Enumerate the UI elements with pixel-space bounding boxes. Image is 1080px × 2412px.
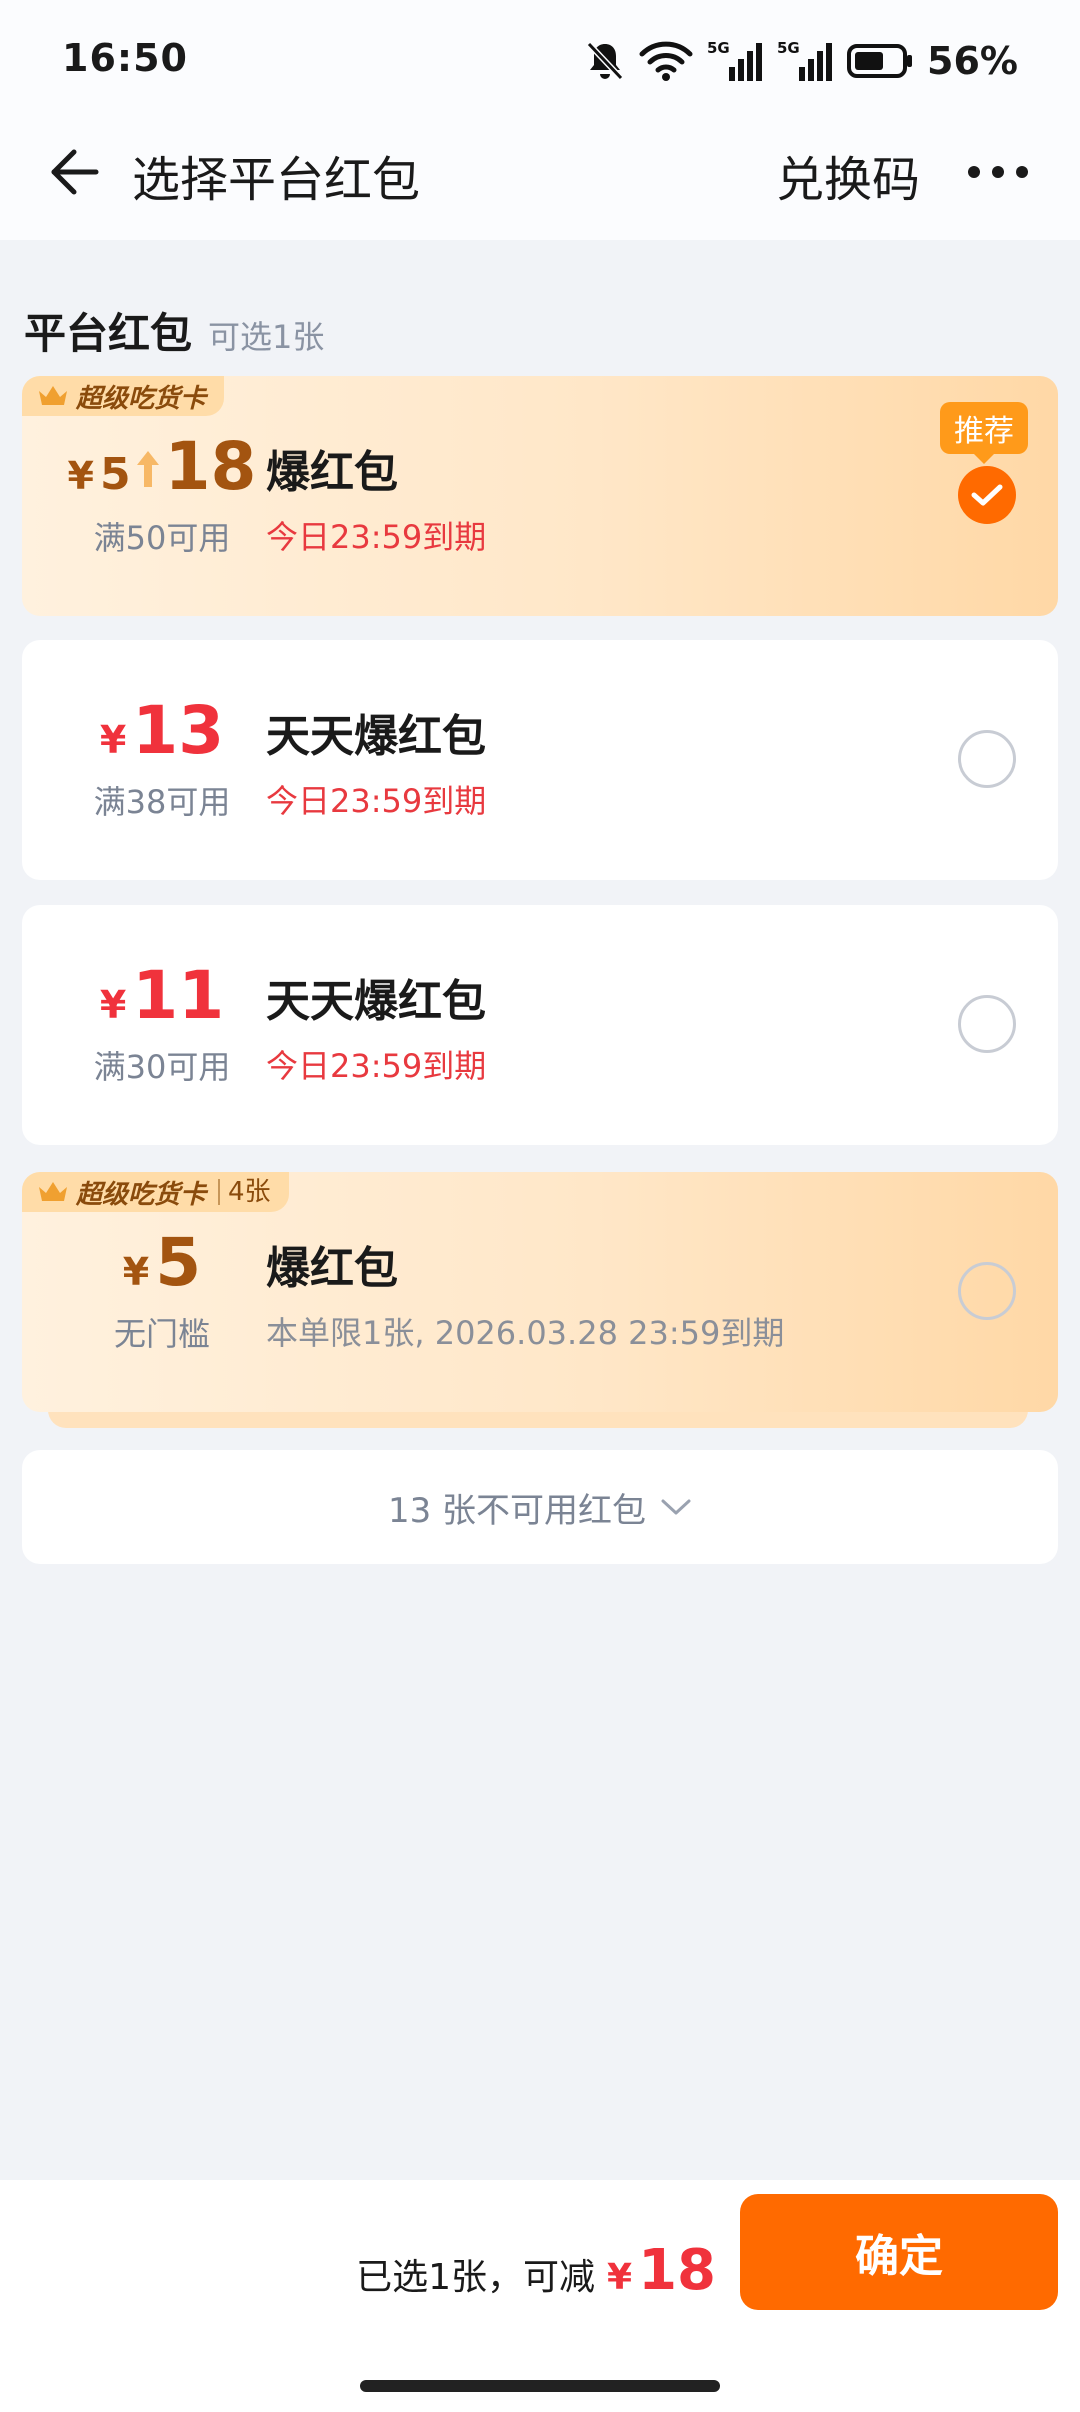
status-icons: 5G 5G 56% [585, 36, 1018, 86]
upgrade-arrow-icon [136, 451, 159, 487]
signal-5g-icon: 5G [707, 39, 763, 81]
coupon-expiry: 今日23:59到期 [266, 1047, 487, 1085]
coupon-name: 天天爆红包 [266, 711, 486, 762]
coupon-value: 18 [164, 428, 257, 505]
battery-icon [847, 44, 913, 78]
summary-currency: ¥ [607, 2257, 633, 2298]
coupon-select-radio[interactable] [958, 995, 1016, 1053]
page-title: 选择平台红包 [132, 152, 421, 208]
signal-5g-icon-2: 5G [777, 39, 833, 81]
footer-bar: 已选1张，可减 ¥ 18 确定 [0, 2180, 1080, 2412]
currency-symbol: ¥ [99, 983, 127, 1027]
status-time: 16:50 [62, 36, 188, 80]
coupon-amount: ¥ 11 满30可用 [52, 957, 272, 1088]
coupon-amount: ¥ 5 无门槛 [52, 1224, 272, 1355]
section-header: 平台红包 可选1张 [24, 300, 324, 361]
coupon-expiry: 今日23:59到期 [266, 518, 487, 556]
crown-icon [39, 386, 67, 405]
battery-level: 56% [927, 39, 1018, 83]
coupon-tag-count: 4张 [218, 1179, 271, 1205]
coupon-tag: 超级吃货卡 [22, 376, 225, 416]
coupon-expiry: 今日23:59到期 [266, 782, 487, 820]
coupon-select-radio[interactable] [958, 466, 1016, 524]
wifi-icon [639, 41, 693, 81]
coupon-tag: 超级吃货卡 4张 [22, 1172, 289, 1212]
network-label-1: 5G [707, 39, 730, 57]
coupon-card[interactable]: ¥ 11 满30可用 天天爆红包 今日23:59到期 [22, 905, 1058, 1145]
coupon-value: 13 [132, 692, 225, 769]
home-indicator[interactable] [360, 2380, 720, 2392]
coupon-name: 天天爆红包 [266, 976, 486, 1027]
coupon-original-amount: 5 [99, 449, 131, 500]
more-options-icon[interactable] [966, 148, 1030, 196]
network-label-2: 5G [777, 39, 800, 57]
status-bar: 16:50 5G 5G 56% [0, 0, 1080, 122]
chevron-down-icon [661, 1499, 691, 1515]
confirm-button[interactable]: 确定 [740, 2194, 1058, 2310]
coupon-value: 5 [155, 1224, 202, 1301]
coupon-name: 爆红包 [266, 447, 398, 498]
coupon-amount: ¥ 13 满38可用 [52, 692, 272, 823]
back-arrow-icon[interactable] [44, 142, 104, 202]
coupon-value: 11 [132, 957, 225, 1034]
coupon-tag-label: 超级吃货卡 [76, 383, 207, 414]
coupon-condition: 满38可用 [93, 783, 231, 821]
redeem-code-link[interactable]: 兑换码 [776, 140, 920, 210]
unavailable-coupons-toggle[interactable]: 13 张不可用红包 [22, 1450, 1058, 1564]
coupon-condition: 满30可用 [93, 1048, 231, 1086]
section-title: 平台红包 [24, 309, 193, 358]
coupon-card[interactable]: ¥ 13 满38可用 天天爆红包 今日23:59到期 [22, 640, 1058, 880]
section-subtitle: 可选1张 [208, 318, 325, 356]
currency-symbol: ¥ [122, 1250, 150, 1294]
selection-summary: 已选1张，可减 ¥ 18 [356, 2238, 716, 2303]
coupon-card[interactable]: 超级吃货卡 ¥ 5 18 满50可用 爆红包 今日23:59到期 推荐 [22, 376, 1058, 616]
coupon-condition: 满50可用 [93, 519, 231, 557]
summary-amount: 18 [638, 2238, 716, 2303]
currency-symbol: ¥ [67, 454, 94, 498]
header: 选择平台红包 兑换码 [0, 122, 1080, 240]
recommend-badge: 推荐 [940, 402, 1028, 464]
coupon-tag-label: 超级吃货卡 [76, 1179, 207, 1210]
coupon-expiry: 本单限1张, 2026.03.28 23:59到期 [266, 1314, 785, 1352]
mute-bell-icon [586, 41, 624, 81]
coupon-select-radio[interactable] [958, 730, 1016, 788]
coupon-name: 爆红包 [266, 1243, 398, 1294]
coupon-select-radio[interactable] [958, 1262, 1016, 1320]
coupon-amount: ¥ 5 18 满50可用 [52, 428, 272, 559]
summary-text: 已选1张，可减 [356, 2257, 595, 2298]
check-icon [971, 484, 1003, 506]
coupon-condition: 无门槛 [113, 1315, 210, 1353]
currency-symbol: ¥ [99, 718, 127, 762]
coupon-card[interactable]: 超级吃货卡 4张 ¥ 5 无门槛 爆红包 本单限1张, 2026.03.28 2… [22, 1172, 1058, 1412]
crown-icon [39, 1182, 67, 1201]
unavailable-coupons-label: 13 张不可用红包 [387, 1490, 647, 1531]
